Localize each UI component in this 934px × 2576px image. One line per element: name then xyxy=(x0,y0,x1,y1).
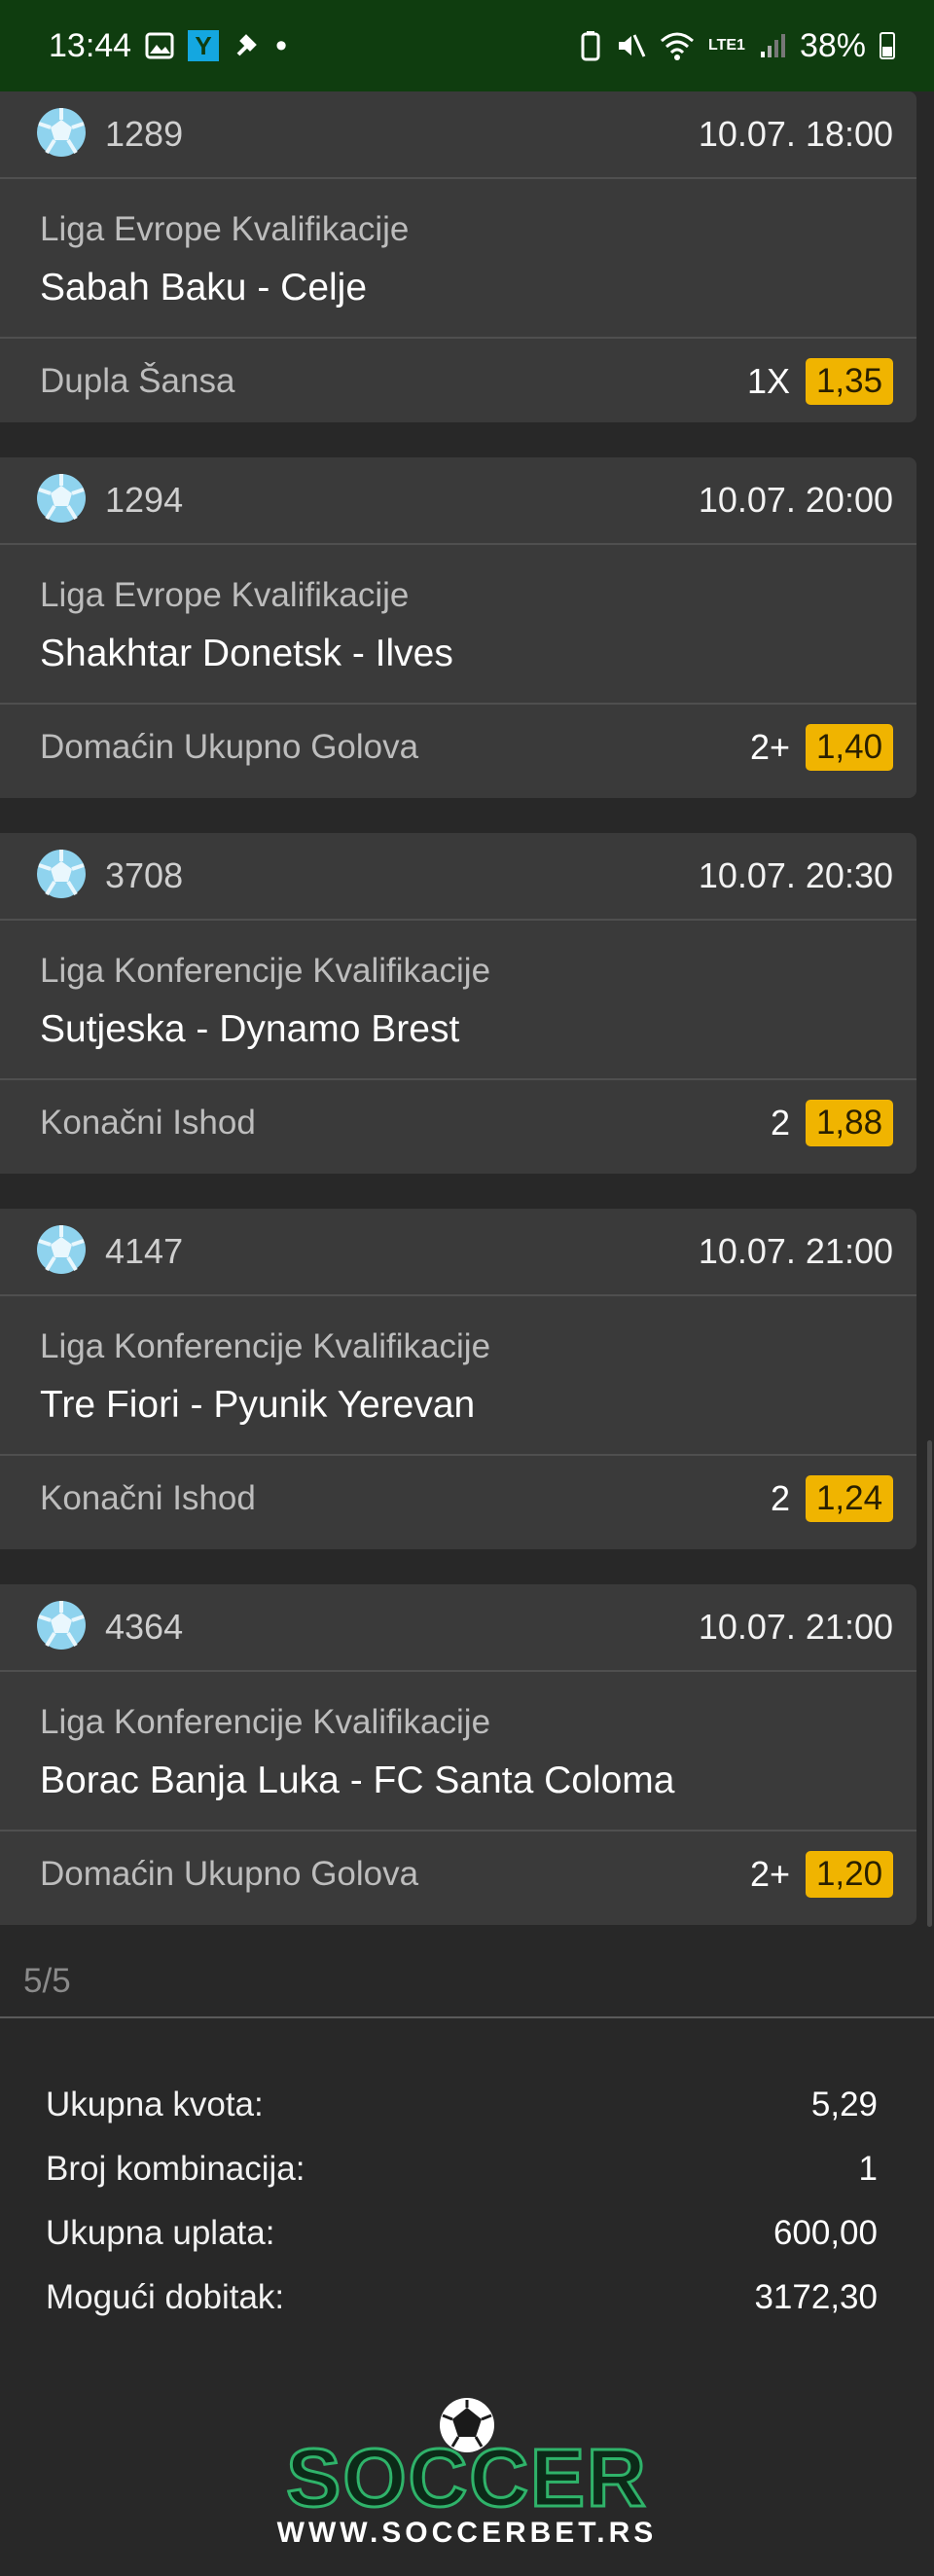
bet-row: Domaćin Ukupno Golova 2+ 1,40 xyxy=(0,705,916,790)
bet-selection: 2 1,88 xyxy=(771,1100,893,1146)
match-teams: Sabah Baku - Celje xyxy=(0,249,916,339)
bet-market: Konačni Ishod xyxy=(40,1479,256,1517)
match-id: 1294 xyxy=(105,480,184,520)
ticket-summary: Ukupna kvota: 5,29 Broj kombinacija: 1 U… xyxy=(46,2073,878,2330)
battery-saver-icon xyxy=(580,30,601,61)
match-time: 10.07. 20:00 xyxy=(698,480,893,520)
stake-value: 600,00 xyxy=(772,2214,878,2252)
match-id: 1289 xyxy=(105,114,184,154)
card-header: 3708 10.07. 20:30 xyxy=(0,833,916,921)
bet-selection: 2+ 1,20 xyxy=(750,1851,893,1898)
bet-card[interactable]: 1289 10.07. 18:00 Liga Evrope Kvalifikacij… xyxy=(0,91,916,422)
bet-selection: 2+ 1,40 xyxy=(750,724,893,771)
page-indicator: 5/5 xyxy=(23,1962,71,2000)
odds-badge: 1,24 xyxy=(806,1475,893,1522)
bet-card[interactable]: 3708 10.07. 20:30 Liga Konferencije Kvalif… xyxy=(0,833,916,1174)
soccer-ball-icon xyxy=(35,472,88,529)
league-name: Liga Konferencije Kvalifikacije xyxy=(40,1327,491,1365)
match-time: 10.07. 20:30 xyxy=(698,855,893,895)
bet-card[interactable]: 1294 10.07. 20:00 Liga Evrope Kvalifikacij… xyxy=(0,457,916,798)
scrollbar[interactable] xyxy=(927,1440,932,1927)
bet-market: Dupla Šansa xyxy=(40,362,235,400)
summary-row-combinations: Broj kombinacija: 1 xyxy=(46,2137,878,2201)
card-header-left: 1294 xyxy=(35,472,183,529)
bet-row: Konačni Ishod 2 1,88 xyxy=(0,1080,916,1166)
bet-card[interactable]: 4364 10.07. 21:00 Liga Konferencije Kvalif… xyxy=(0,1584,916,1925)
gallery-icon xyxy=(145,32,174,59)
bet-selection: 2 1,24 xyxy=(771,1475,893,1522)
status-left: 13:44 Y • xyxy=(49,27,287,65)
y-app-icon: Y xyxy=(188,30,220,61)
odds-badge: 1,88 xyxy=(806,1100,893,1146)
league-name: Liga Konferencije Kvalifikacije xyxy=(40,1703,491,1741)
match-teams: Shakhtar Donetsk - Ilves xyxy=(0,615,916,705)
card-header-left: 4147 xyxy=(35,1223,183,1281)
stake-label: Ukupna uplata: xyxy=(46,2214,275,2252)
bet-row: Konačni Ishod 2 1,24 xyxy=(0,1456,916,1542)
bet-pick: 2 xyxy=(770,1103,790,1143)
combinations-label: Broj kombinacija: xyxy=(46,2150,305,2188)
match-id: 4147 xyxy=(105,1231,184,1271)
bet-pick: 2+ xyxy=(749,1854,790,1894)
signal-icon xyxy=(759,32,786,59)
lte-icon: LTE1 xyxy=(708,37,745,54)
combinations-value: 1 xyxy=(858,2150,878,2188)
league-name: Liga Evrope Kvalifikacije xyxy=(40,210,410,248)
match-time: 10.07. 18:00 xyxy=(698,114,893,154)
tools-icon xyxy=(233,31,262,60)
card-header: 4147 10.07. 21:00 xyxy=(0,1209,916,1296)
card-header-left: 3708 xyxy=(35,848,183,905)
total-odds-value: 5,29 xyxy=(810,2086,878,2123)
bet-pick: 2 xyxy=(770,1478,790,1518)
bet-market: Domaćin Ukupno Golova xyxy=(40,728,419,766)
summary-row-possible-win: Mogući dobitak: 3172,30 xyxy=(46,2266,878,2330)
soccerbet-logo: SOCCER WWW.SOCCERBET.RS xyxy=(277,2398,658,2549)
bet-row: Domaćin Ukupno Golova 2+ 1,20 xyxy=(0,1832,916,1917)
summary-row-stake: Ukupna uplata: 600,00 xyxy=(46,2201,878,2266)
odds-badge: 1,35 xyxy=(806,358,893,405)
logo-url: WWW.SOCCERBET.RS xyxy=(277,2517,658,2549)
odds-badge: 1,40 xyxy=(806,724,893,771)
logo-brand: SOCCER xyxy=(286,2432,647,2523)
bet-card[interactable]: 4147 10.07. 21:00 Liga Konferencije Kvalif… xyxy=(0,1209,916,1549)
league-name: Liga Konferencije Kvalifikacije xyxy=(40,952,491,990)
soccer-ball-icon xyxy=(35,848,88,905)
bet-market: Domaćin Ukupno Golova xyxy=(40,1855,419,1893)
league-name: Liga Evrope Kvalifikacije xyxy=(40,576,410,614)
bet-row: Dupla Šansa 1X 1,35 xyxy=(0,339,916,424)
card-header-left: 4364 xyxy=(35,1599,183,1656)
match-teams: Sutjeska - Dynamo Brest xyxy=(0,991,916,1080)
match-time: 10.07. 21:00 xyxy=(698,1607,893,1647)
soccer-ball-icon xyxy=(35,1223,88,1281)
card-header: 1289 10.07. 18:00 xyxy=(0,91,916,179)
odds-badge: 1,20 xyxy=(806,1851,893,1898)
match-id: 4364 xyxy=(105,1607,184,1647)
status-right: LTE1 38% xyxy=(580,27,895,65)
match-teams: Tre Fiori - Pyunik Yerevan xyxy=(0,1366,916,1456)
possible-win-label: Mogući dobitak: xyxy=(46,2278,285,2316)
divider xyxy=(0,2016,934,2018)
wifi-icon xyxy=(660,31,695,60)
match-id: 3708 xyxy=(105,855,184,895)
bet-pick: 2+ xyxy=(749,727,790,767)
bet-pick: 1X xyxy=(746,361,790,401)
card-header-left: 1289 xyxy=(35,106,183,163)
bet-selection: 1X 1,35 xyxy=(747,358,893,405)
match-teams: Borac Banja Luka - FC Santa Coloma xyxy=(0,1742,916,1832)
summary-row-total-odds: Ukupna kvota: 5,29 xyxy=(46,2073,878,2137)
bet-market: Konačni Ishod xyxy=(40,1104,256,1142)
soccer-ball-icon xyxy=(35,106,88,163)
match-time: 10.07. 21:00 xyxy=(698,1231,893,1271)
card-header: 4364 10.07. 21:00 xyxy=(0,1584,916,1672)
notification-dot: • xyxy=(275,26,287,64)
battery-icon xyxy=(880,32,895,59)
status-bar: 13:44 Y • LTE1 38% xyxy=(0,0,934,91)
clock: 13:44 xyxy=(49,26,132,64)
card-header: 1294 10.07. 20:00 xyxy=(0,457,916,545)
soccer-ball-icon xyxy=(35,1599,88,1656)
possible-win-value: 3172,30 xyxy=(754,2278,878,2316)
battery-percent: 38% xyxy=(799,26,866,64)
total-odds-label: Ukupna kvota: xyxy=(46,2086,264,2123)
mute-icon xyxy=(615,31,646,60)
